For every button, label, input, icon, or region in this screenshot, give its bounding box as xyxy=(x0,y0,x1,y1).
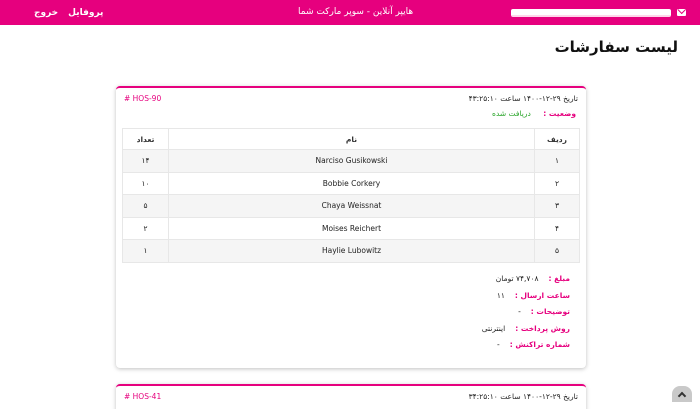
detail-label: شماره تراکنش : xyxy=(509,340,570,350)
order-date: تاریخ ۲۹-۱۲-۱۴۰۰ ساعت ۴۳:۲۵:۱۰ xyxy=(468,94,578,103)
table-row: ۲ Bobbie Corkery ۱۰ xyxy=(122,171,580,195)
row-number: ۵ xyxy=(534,239,580,263)
status-label: وضعیت : xyxy=(543,109,576,118)
scroll-to-top-button[interactable] xyxy=(672,386,692,402)
search-input[interactable] xyxy=(511,8,671,17)
detail-payment-method: روش پرداخت : اینترنتی xyxy=(132,320,570,337)
detail-value: - xyxy=(497,340,500,350)
item-quantity: ۱ xyxy=(122,239,169,263)
detail-label: ساعت ارسال : xyxy=(514,290,570,300)
order-card: تاریخ ۲۹-۱۲-۱۴۰۰ ساعت ۴۳:۲۵:۱۰ # HOS-90 … xyxy=(116,86,586,368)
page-title: لیست سفارشات xyxy=(554,38,678,56)
table-row: ۴ Moises Reichert ۲ xyxy=(122,216,580,240)
table-row: ۳ Chaya Weissnat ۵ xyxy=(122,194,580,218)
item-quantity: ۵ xyxy=(122,194,169,218)
item-name: Bobbie Corkery xyxy=(168,171,535,195)
detail-value: اینترنتی xyxy=(481,323,506,333)
column-header-row-number: ردیف xyxy=(534,128,580,150)
detail-amount: مبلغ : ۷۴,۷۰۸ تومان xyxy=(132,271,570,288)
site-title: هایپر آنلاین - سوپر مارکت شما xyxy=(298,7,414,17)
table-row: ۵ Haylie Lubowitz ۱ xyxy=(122,239,580,263)
item-name: Narciso Gusikowski xyxy=(168,149,535,173)
order-id: # HOS-90 xyxy=(124,94,162,103)
detail-delivery-time: ساعت ارسال : ۱۱ xyxy=(132,287,570,304)
nav-links: خروج پروفایل xyxy=(34,8,103,18)
row-number: ۲ xyxy=(534,171,580,195)
row-number: ۳ xyxy=(534,194,580,218)
top-navbar: خروج پروفایل هایپر آنلاین - سوپر مارکت ش… xyxy=(0,0,700,25)
item-name: Haylie Lubowitz xyxy=(168,239,535,263)
detail-value: ۷۴,۷۰۸ تومان xyxy=(495,274,539,284)
detail-value: ۱۱ xyxy=(496,290,505,300)
detail-transaction-number: شماره تراکنش : - xyxy=(132,337,570,354)
detail-value: - xyxy=(518,307,521,317)
item-name: Chaya Weissnat xyxy=(168,194,535,218)
column-header-quantity: تعداد xyxy=(122,128,169,150)
item-quantity: ۱۴ xyxy=(122,149,169,173)
detail-label: مبلغ : xyxy=(548,274,570,284)
row-number: ۴ xyxy=(534,216,580,240)
mail-icon[interactable] xyxy=(677,9,686,16)
chevron-up-icon xyxy=(677,391,687,400)
logout-link[interactable]: خروج xyxy=(34,8,58,18)
status-value: دریافت شده xyxy=(492,109,531,118)
order-items-table: ردیف نام تعداد ۱ Narciso Gusikowski ۱۴ ۲… xyxy=(122,128,580,263)
column-header-name: نام xyxy=(168,128,535,150)
status-row: وضعیت : دریافت شده xyxy=(116,103,586,118)
item-quantity: ۲ xyxy=(122,216,169,240)
order-card: تاریخ ۲۹-۱۲-۱۴۰۰ ساعت ۳۴:۲۵:۱۰ # HOS-41 xyxy=(116,384,586,409)
item-name: Moises Reichert xyxy=(168,216,535,240)
table-row: ۱ Narciso Gusikowski ۱۴ xyxy=(122,149,580,173)
order-id: # HOS-41 xyxy=(124,392,162,401)
detail-label: توضیحات : xyxy=(530,307,570,317)
profile-link[interactable]: پروفایل xyxy=(68,8,103,18)
item-quantity: ۱۰ xyxy=(122,171,169,195)
detail-label: روش پرداخت : xyxy=(515,323,570,333)
table-header-row: ردیف نام تعداد xyxy=(122,128,580,150)
nav-right xyxy=(511,8,686,17)
detail-notes: توضیحات : - xyxy=(132,304,570,321)
row-number: ۱ xyxy=(534,149,580,173)
order-details: مبلغ : ۷۴,۷۰۸ تومان ساعت ارسال : ۱۱ توضی… xyxy=(116,263,586,354)
order-date: تاریخ ۲۹-۱۲-۱۴۰۰ ساعت ۳۴:۲۵:۱۰ xyxy=(468,392,578,401)
